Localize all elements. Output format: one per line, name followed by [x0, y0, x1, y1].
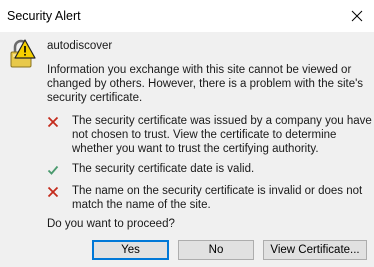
- no-button[interactable]: No: [178, 240, 254, 260]
- site-name: autodiscover: [47, 40, 113, 52]
- security-alert-dialog: Security Alert autodiscover Information …: [0, 0, 374, 267]
- yes-button[interactable]: Yes: [92, 240, 169, 260]
- close-icon: [351, 10, 363, 22]
- proceed-question: Do you want to proceed?: [47, 218, 175, 230]
- window-title: Security Alert: [7, 9, 81, 23]
- certificate-issue-item: The name on the security certificate is …: [47, 184, 369, 214]
- close-button[interactable]: [346, 6, 368, 26]
- padlock-warning-icon: [10, 39, 36, 68]
- view-certificate-button[interactable]: View Certificate...: [263, 240, 367, 260]
- certificate-issue-item: The security certificate date is valid.: [47, 162, 369, 178]
- certificate-issue-text: The security certificate date is valid.: [72, 163, 255, 175]
- intro-text: Information you exchange with this site …: [47, 64, 364, 104]
- certificate-issue-text: The security certificate was issued by a…: [72, 115, 372, 155]
- green-check-icon: [47, 165, 59, 175]
- certificate-issue-item: The security certificate was issued by a…: [47, 114, 372, 158]
- title-bar: Security Alert: [0, 0, 374, 32]
- red-x-icon: [47, 116, 59, 128]
- certificate-issue-text: The name on the security certificate is …: [72, 185, 363, 211]
- red-x-icon: [47, 186, 59, 198]
